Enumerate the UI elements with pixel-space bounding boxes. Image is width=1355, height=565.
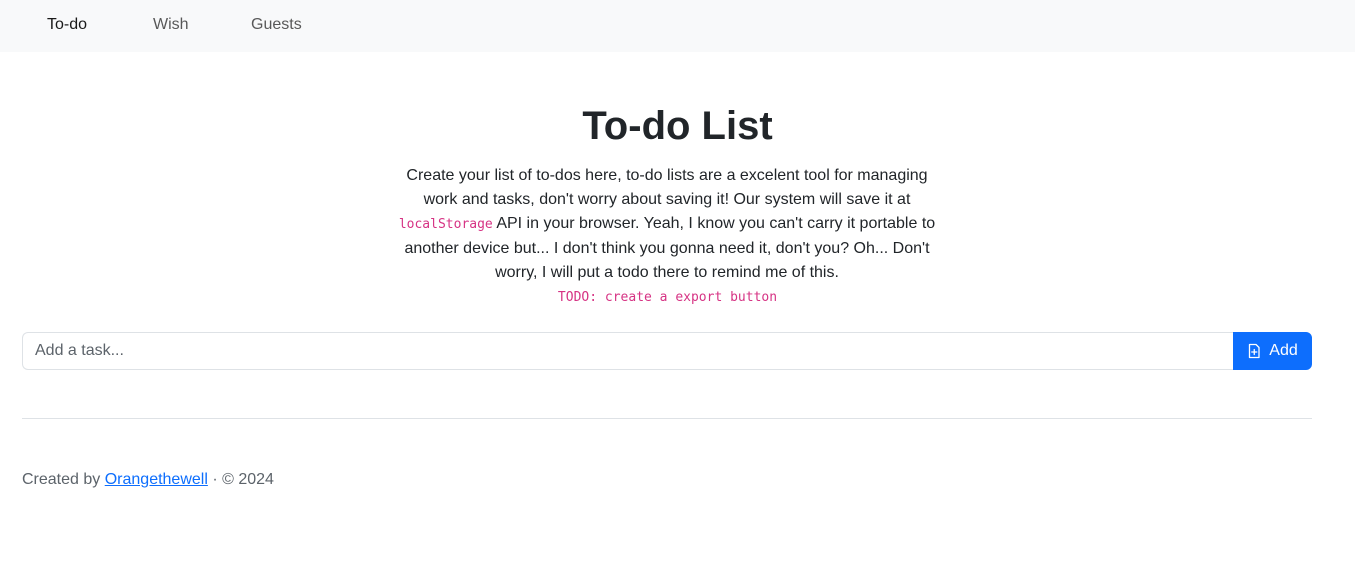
localstorage-code: localStorage (398, 217, 493, 232)
page-description: Create your list of to-dos here, to-do l… (391, 164, 943, 285)
footer-copyright: · © 2024 (212, 471, 274, 488)
nav-item-todo[interactable]: To-do (47, 15, 87, 35)
nav-item-wish[interactable]: Wish (153, 15, 189, 35)
nav-item-guests[interactable]: Guests (251, 15, 302, 35)
add-task-button[interactable]: Add (1233, 332, 1312, 370)
task-input[interactable] (22, 332, 1233, 370)
footer: Created by Orangethewell · © 2024 (22, 470, 274, 490)
page-title: To-do List (582, 104, 773, 148)
todo-note: TODO: create a export button (557, 290, 778, 305)
file-plus-icon (1247, 343, 1261, 359)
footer-prefix: Created by (22, 471, 101, 488)
footer-divider (22, 418, 1312, 419)
description-text-1: Create your list of to-dos here, to-do l… (406, 167, 928, 208)
author-link[interactable]: Orangethewell (105, 471, 208, 488)
top-navbar: To-do Wish Guests (0, 0, 1355, 52)
add-task-form: Add (22, 332, 1312, 370)
add-button-label: Add (1269, 342, 1298, 359)
